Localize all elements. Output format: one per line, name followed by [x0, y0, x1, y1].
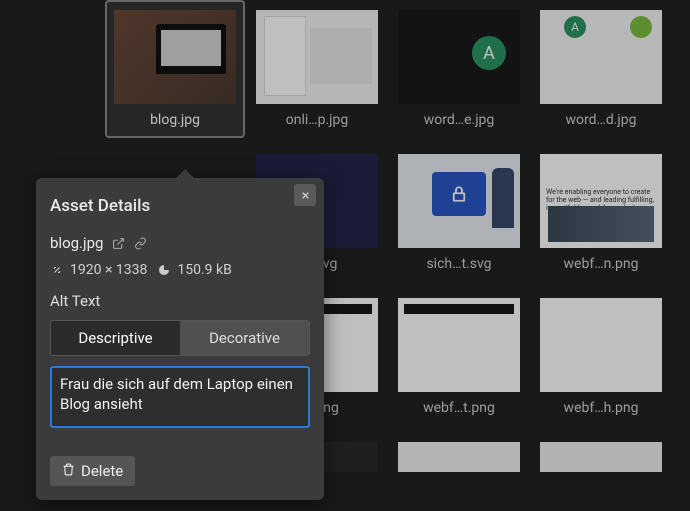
asset-item[interactable]: word…d.jpg: [531, 0, 671, 138]
asset-item[interactable]: word…e.jpg: [389, 0, 529, 138]
asset-item[interactable]: [389, 432, 529, 490]
asset-caption: word…d.jpg: [565, 112, 636, 128]
asset-thumbnail: [114, 10, 236, 104]
trash-icon: [62, 462, 75, 480]
asset-caption: sich…t.svg: [426, 256, 491, 272]
asset-thumbnail: [256, 10, 378, 104]
asset-thumbnail: [398, 442, 520, 472]
asset-details-panel: Asset Details blog.jpg 1920 × 1338 150.9…: [36, 178, 324, 500]
alt-text-label: Alt Text: [50, 292, 310, 310]
asset-dimensions: 1920 × 1338: [70, 262, 147, 278]
close-button[interactable]: [294, 184, 316, 206]
asset-filename: blog.jpg: [50, 234, 103, 252]
dimensions-icon: [50, 263, 64, 277]
alt-text-input[interactable]: [50, 366, 310, 428]
delete-label: Delete: [81, 462, 123, 480]
asset-item[interactable]: We're enabling everyone to create for th…: [531, 144, 671, 282]
asset-thumbnail: [398, 10, 520, 104]
asset-caption: webf…n.png: [564, 256, 639, 272]
filesize-icon: [157, 263, 171, 277]
close-icon: [300, 190, 311, 201]
asset-thumbnail: [540, 298, 662, 392]
asset-filesize: 150.9 kB: [177, 262, 231, 278]
delete-button[interactable]: Delete: [50, 456, 135, 486]
asset-thumbnail: [398, 154, 520, 248]
asset-thumbnail: We're enabling everyone to create for th…: [540, 154, 662, 248]
asset-item[interactable]: webf…h.png: [531, 288, 671, 426]
asset-caption: blog.jpg: [150, 112, 200, 128]
asset-item[interactable]: onli…p.jpg: [247, 0, 387, 138]
asset-item[interactable]: sich…t.svg: [389, 144, 529, 282]
asset-thumbnail: [540, 442, 662, 472]
tab-decorative[interactable]: Decorative: [180, 321, 309, 355]
panel-title: Asset Details: [50, 196, 310, 216]
external-link-icon[interactable]: [111, 236, 125, 250]
alt-text-tabs: Descriptive Decorative: [50, 320, 310, 356]
asset-caption: webf…h.png: [564, 400, 639, 416]
asset-thumbnail: [398, 298, 520, 392]
asset-item[interactable]: [531, 432, 671, 490]
asset-item[interactable]: webf…t.png: [389, 288, 529, 426]
asset-item[interactable]: blog.jpg: [105, 0, 245, 138]
tab-descriptive[interactable]: Descriptive: [51, 321, 180, 355]
asset-thumbnail: [540, 10, 662, 104]
lock-icon: [432, 172, 486, 216]
asset-caption: webf…t.png: [423, 400, 495, 416]
asset-caption: word…e.jpg: [424, 112, 495, 128]
link-icon[interactable]: [133, 236, 147, 250]
asset-caption: onli…p.jpg: [286, 112, 349, 128]
